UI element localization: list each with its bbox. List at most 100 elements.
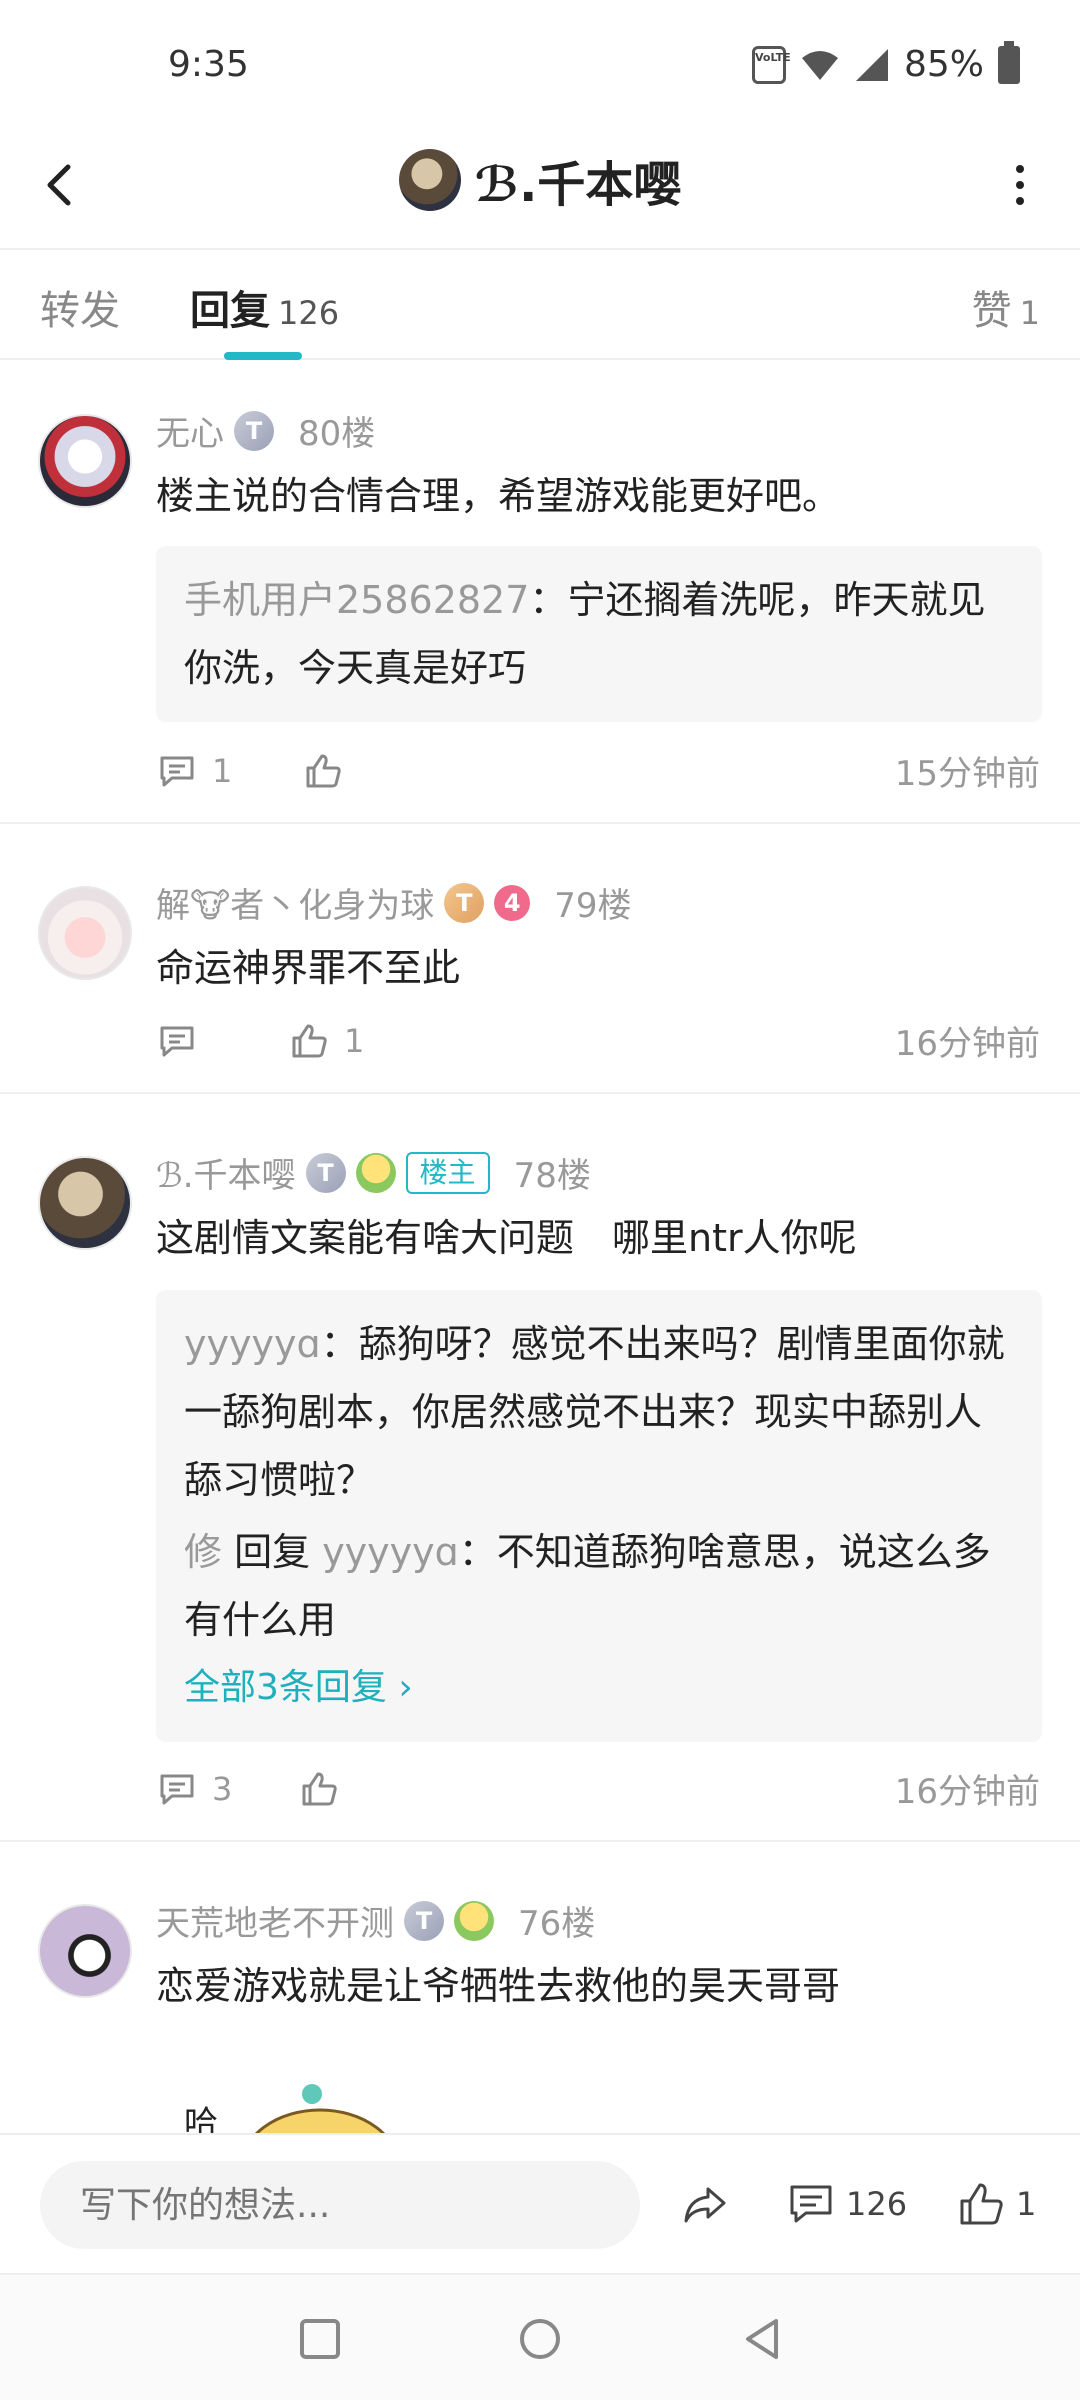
- comment-icon: [790, 2185, 832, 2223]
- floor-number: 79楼: [554, 886, 632, 926]
- character-badge-icon: [454, 1900, 494, 1941]
- username-part: 者丶化身为球: [230, 886, 435, 926]
- comment-text: 楼主说的合情合理，希望游戏能更好吧。: [156, 474, 841, 518]
- comment-icon: [160, 1026, 194, 1056]
- like-button[interactable]: 1: [956, 2179, 1036, 2229]
- comment-text: 这剧情文案能有啥大问题 哪里ntr人你呢: [156, 1216, 857, 1260]
- tab-repost[interactable]: 转发: [40, 278, 120, 336]
- comment-icon: [160, 756, 194, 786]
- comment-actions: 1 16分钟前: [156, 1016, 1040, 1065]
- home-button[interactable]: [512, 2311, 568, 2367]
- level-badge: 4: [494, 884, 531, 921]
- owner-tag: 楼主: [405, 1151, 490, 1194]
- avatar[interactable]: [38, 414, 132, 508]
- comment-item: ℬ.千本嘤 T 楼主 78楼 这剧情文案能有啥大问题 哪里ntr人你呢 yyyy…: [0, 1094, 1080, 1842]
- status-bar: 9:35 VoLTE 85%: [0, 0, 1080, 125]
- dot-icon: [1016, 181, 1024, 189]
- comment-meta: 解🐮者丶化身为球 T 4 79楼: [156, 878, 632, 927]
- battery-percent: 85%: [903, 44, 984, 85]
- floor-number: 78楼: [513, 1156, 591, 1196]
- thumbs-up-icon: [306, 754, 342, 787]
- signal-icon: [855, 48, 888, 81]
- cow-emoji-icon: 🐮: [190, 886, 231, 926]
- timestamp: 16分钟前: [894, 1772, 1040, 1812]
- header-user[interactable]: ℬ.千本嘤: [0, 145, 1080, 215]
- comment-actions: 1 15分钟前: [156, 746, 1040, 795]
- comment-icon: [160, 1774, 194, 1804]
- back-nav-button[interactable]: [734, 2311, 790, 2367]
- quoted-replies: yyyyyɑ：舔狗呀？感觉不出来吗？剧情里面你就一舔狗剧本，你居然感觉不出来？现…: [156, 1290, 1042, 1742]
- username[interactable]: 无心: [156, 406, 224, 455]
- like-button[interactable]: [302, 750, 358, 792]
- reply-count: 3: [212, 1769, 233, 1808]
- tier-badge-icon: T: [305, 1152, 346, 1193]
- tab-reply[interactable]: 回复 126: [190, 278, 339, 336]
- comment-item: 天荒地老不开测 T 76楼 恋爱游戏就是让爷牺牲去救他的昊天哥哥: [0, 1842, 1080, 2142]
- comment-meta: 天荒地老不开测 T 76楼: [156, 1896, 595, 1945]
- avatar[interactable]: [38, 886, 132, 980]
- tab-label: 回复: [190, 288, 270, 334]
- tab-label: 赞: [971, 288, 1012, 334]
- like-count: 1: [1016, 2185, 1037, 2223]
- quote-username[interactable]: 修: [184, 1530, 222, 1574]
- avatar[interactable]: [398, 149, 461, 211]
- comment-text: 恋爱游戏就是让爷牺牲去救他的昊天哥哥: [156, 1964, 841, 2008]
- reply-count-button[interactable]: 126: [786, 2179, 907, 2229]
- floor-number: 76楼: [518, 1904, 596, 1944]
- status-time: 9:35: [168, 44, 249, 85]
- reply-target-username[interactable]: yyyyyɑ: [322, 1530, 459, 1574]
- comment-meta: ℬ.千本嘤 T 楼主 78楼: [156, 1148, 591, 1197]
- comment-input[interactable]: [40, 2161, 640, 2249]
- tab-like[interactable]: 赞1: [972, 278, 1040, 336]
- tier-badge-icon: T: [404, 1900, 444, 1941]
- comment-input-bar: 126 1: [0, 2133, 1080, 2273]
- quoted-reply[interactable]: 手机用户25862827：宁还搁着洗呢，昨天就见你洗，今天真是好巧: [156, 546, 1042, 722]
- tab-label: 转发: [40, 288, 120, 334]
- timestamp: 15分钟前: [894, 754, 1040, 794]
- header: ℬ.千本嘤: [0, 125, 1080, 250]
- system-nav-bar: [0, 2273, 1080, 2400]
- page-title: ℬ.千本嘤: [474, 157, 682, 213]
- volte-icon: VoLTE: [751, 45, 791, 84]
- comment-actions: 3 16分钟前: [156, 1764, 1040, 1813]
- username[interactable]: ℬ.千本嘤: [156, 1148, 296, 1197]
- quote-username[interactable]: yyyyyɑ: [184, 1322, 321, 1366]
- timestamp: 16分钟前: [894, 1024, 1040, 1064]
- comment-meta: 无心 T 80楼: [156, 406, 375, 455]
- wifi-icon: [801, 50, 838, 80]
- view-all-replies-link[interactable]: 全部3条回复 ›: [184, 1654, 1014, 1722]
- more-options-button[interactable]: [1000, 155, 1040, 215]
- recent-apps-button[interactable]: [292, 2311, 348, 2367]
- share-button[interactable]: [680, 2179, 730, 2229]
- tier-badge-icon: T: [444, 882, 485, 923]
- quote-separator: ：: [529, 578, 568, 622]
- username[interactable]: 天荒地老不开测: [156, 1896, 394, 1945]
- like-button[interactable]: [298, 1768, 354, 1810]
- tab-indicator: [224, 352, 302, 360]
- thumbs-up-icon: [302, 1772, 338, 1805]
- username[interactable]: 解🐮者丶化身为球: [156, 878, 434, 927]
- tier-badge-icon: T: [234, 410, 274, 451]
- tab-bar: 转发 回复 126 赞1: [0, 252, 1080, 360]
- reply-count: 126: [846, 2185, 908, 2223]
- quote-separator: ：: [320, 1322, 359, 1366]
- floor-number: 80楼: [298, 414, 376, 454]
- quote-username[interactable]: 手机用户25862827: [184, 578, 529, 622]
- battery-icon: [998, 40, 1020, 84]
- comment-text: 命运神界罪不至此: [156, 946, 461, 990]
- avatar[interactable]: [38, 1156, 132, 1250]
- share-icon: [684, 2187, 726, 2223]
- quoted-reply[interactable]: 修 回复 yyyyyɑ：不知道舔狗啥意思，说这么多有什么用: [184, 1518, 1014, 1654]
- status-icons: VoLTE 85%: [751, 40, 1020, 85]
- character-badge-icon: [355, 1152, 396, 1193]
- quoted-reply[interactable]: yyyyyɑ：舔狗呀？感觉不出来吗？剧情里面你就一舔狗剧本，你居然感觉不出来？现…: [184, 1310, 1014, 1514]
- tab-count: 1: [1019, 294, 1040, 332]
- reply-count: 1: [212, 751, 233, 790]
- quote-separator: ：: [458, 1530, 497, 1574]
- like-button[interactable]: 1: [288, 1020, 364, 1062]
- reply-button[interactable]: 1: [156, 750, 232, 792]
- reply-button[interactable]: 3: [156, 1768, 232, 1810]
- like-count: 1: [344, 1021, 365, 1060]
- reply-button[interactable]: [156, 1020, 212, 1062]
- avatar[interactable]: [38, 1904, 132, 1998]
